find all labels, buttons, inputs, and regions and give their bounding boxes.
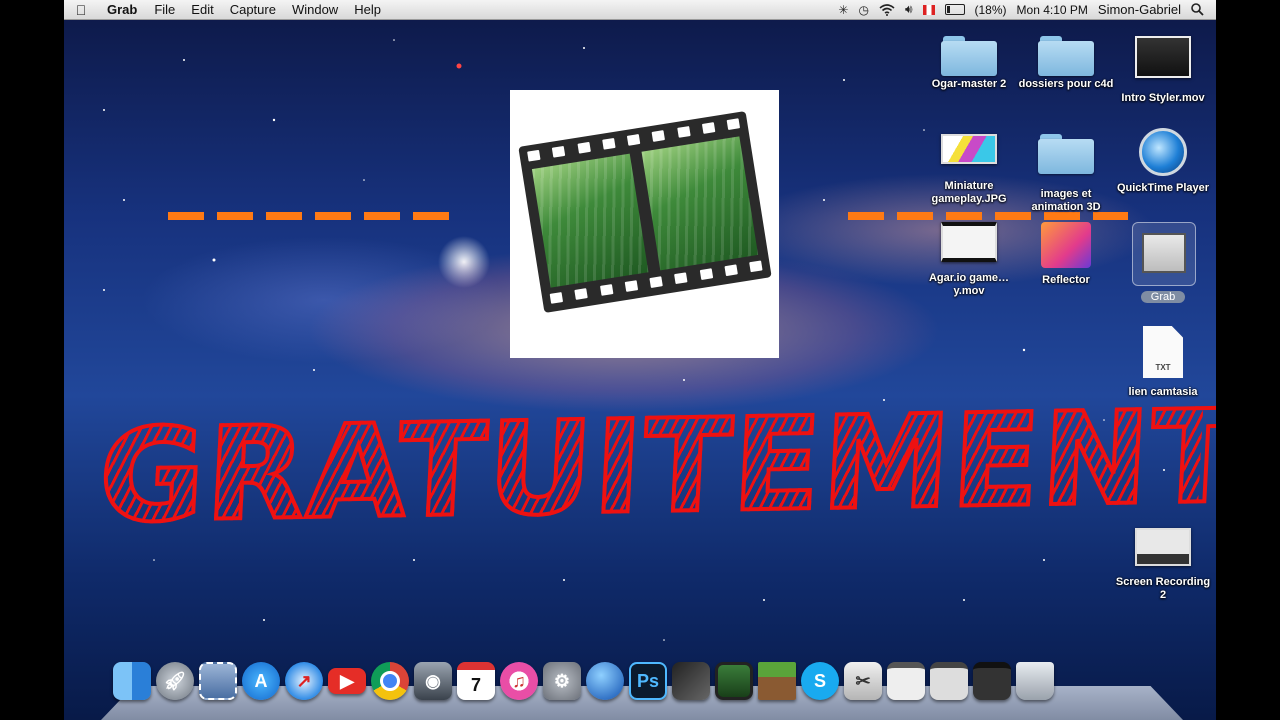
movie-file-icon	[1135, 528, 1191, 566]
time-machine-icon[interactable]: ◷	[858, 3, 868, 17]
desktop-icon-quicktime-player[interactable]: QuickTime Player	[1115, 128, 1211, 195]
apple-menu-icon[interactable]: 	[64, 2, 98, 18]
user-menu[interactable]: Simon-Gabriel	[1098, 2, 1181, 17]
quicktime-icon	[1139, 128, 1187, 176]
trash-icon[interactable]	[1016, 662, 1054, 700]
grab-dock-icon[interactable]: ✂	[844, 662, 882, 700]
film-strip-image	[518, 111, 772, 313]
calendar-icon[interactable]: 7	[457, 662, 495, 700]
safari-icon[interactable]: ↗	[285, 662, 323, 700]
volume-icon[interactable]: 🔊︎	[905, 2, 913, 17]
desktop-icon-intro-styler[interactable]: Intro Styler.mov	[1115, 36, 1211, 105]
finder-icon[interactable]	[113, 662, 151, 700]
dock: 🚀︎ A ↗ ▶ ◉ 7 ♫ ⚙ Ps S ✂	[101, 662, 1183, 720]
imovie-icon[interactable]	[715, 662, 753, 700]
menu-bar:  Grab File Edit Capture Window Help ✳ ◷…	[64, 0, 1216, 20]
wifi-icon[interactable]	[879, 3, 895, 16]
launchpad-icon[interactable]: 🚀︎	[156, 662, 194, 700]
desktop-icon-reflector[interactable]: Reflector	[1018, 222, 1114, 287]
bluetooth-icon[interactable]: ✳	[838, 3, 848, 17]
menu-window[interactable]: Window	[284, 2, 346, 17]
desktop-icon-miniature-gameplay[interactable]: Miniature gameplay.JPG	[921, 134, 1017, 206]
skype-icon[interactable]: S	[801, 662, 839, 700]
desktop-icon-ogar-master[interactable]: Ogar-master 2	[921, 36, 1017, 91]
spotlight-icon[interactable]	[1191, 3, 1204, 16]
folder-icon	[1038, 134, 1094, 174]
desktop-icon-grab-label: Grab	[1115, 287, 1211, 305]
reflector-icon	[1041, 222, 1091, 268]
desktop-icon-grab[interactable]	[1132, 222, 1196, 286]
orange-dash-left	[168, 212, 450, 220]
battery-icon[interactable]	[944, 4, 965, 15]
keyboard-flag-icon[interactable]	[922, 4, 935, 15]
folder-icon	[1038, 36, 1094, 76]
minecraft-icon[interactable]	[758, 662, 796, 700]
dock-items: 🚀︎ A ↗ ▶ ◉ 7 ♫ ⚙ Ps S ✂	[113, 662, 1054, 700]
network-globe-icon[interactable]	[586, 662, 624, 700]
app-store-icon[interactable]: A	[242, 662, 280, 700]
grab-icon	[1142, 233, 1186, 273]
app-menu-grab[interactable]: Grab	[98, 2, 146, 17]
movie-file-icon	[1135, 36, 1191, 78]
mail-icon[interactable]	[199, 662, 237, 700]
itunes-icon[interactable]: ♫	[500, 662, 538, 700]
image-file-icon	[941, 134, 997, 164]
status-area: ✳ ◷ 🔊︎ (18%) Mon 4:10 PM Simon-Gabriel	[838, 2, 1216, 17]
clock[interactable]: Mon 4:10 PM	[1017, 3, 1088, 17]
battery-percent: (18%)	[974, 2, 1007, 17]
system-preferences-icon[interactable]: ⚙	[543, 662, 581, 700]
desktop-icon-lien-camtasia[interactable]: TXT lien camtasia	[1115, 326, 1211, 399]
menu-file[interactable]: File	[146, 2, 183, 17]
facetime-icon[interactable]: ◉	[414, 662, 452, 700]
window-thumbnail-2-icon[interactable]	[930, 662, 968, 700]
menu-help[interactable]: Help	[346, 2, 389, 17]
grab-logo-card	[510, 90, 779, 358]
headline-gratuitement: GRATUITEMENT	[94, 381, 1216, 554]
photoshop-icon[interactable]: Ps	[629, 662, 667, 700]
txt-file-icon: TXT	[1143, 326, 1183, 378]
desktop-icon-images-et-animation-3d[interactable]: images et animation 3D	[1018, 134, 1114, 214]
menu-edit[interactable]: Edit	[183, 2, 221, 17]
desktop-icon-screen-recording[interactable]: Screen Recording 2	[1115, 528, 1211, 602]
movie-file-icon	[941, 222, 997, 262]
window-thumbnail-3-icon[interactable]	[973, 662, 1011, 700]
window-thumbnail-1-icon[interactable]	[887, 662, 925, 700]
chrome-icon[interactable]	[371, 662, 409, 700]
desktop:  Grab File Edit Capture Window Help ✳ ◷…	[64, 0, 1216, 720]
final-cut-icon[interactable]	[672, 662, 710, 700]
desktop-icon-agar-game-movie[interactable]: Agar.io game…y.mov	[921, 222, 1017, 298]
folder-icon	[941, 36, 997, 76]
desktop-icon-dossiers-pour-c4d[interactable]: dossiers pour c4d	[1018, 36, 1114, 91]
youtube-icon[interactable]: ▶	[328, 668, 366, 694]
menu-capture[interactable]: Capture	[222, 2, 284, 17]
